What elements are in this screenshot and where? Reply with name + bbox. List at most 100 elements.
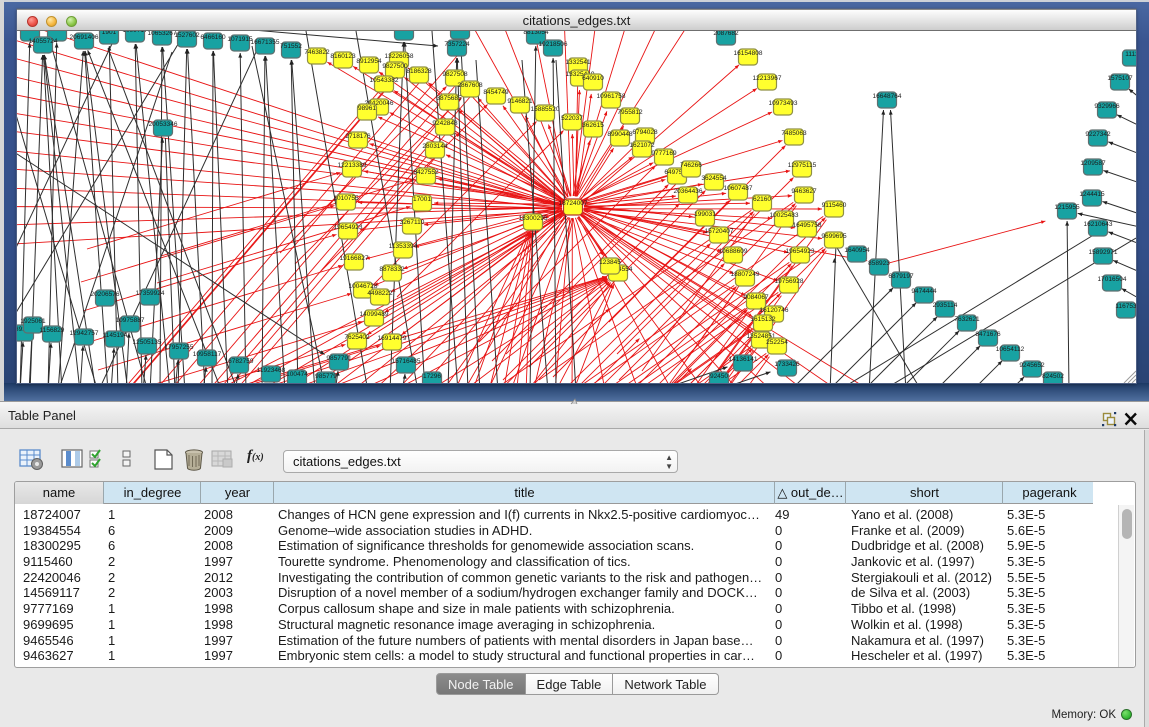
svg-text:199031: 199031 [694,211,716,218]
svg-text:16648764: 16648764 [873,93,902,100]
svg-text:1733426: 1733426 [774,361,800,368]
svg-text:1527602: 1527602 [174,32,200,39]
svg-text:16495758: 16495758 [793,222,822,229]
svg-text:8454749: 8454749 [483,89,509,96]
svg-text:985779: 985779 [315,373,337,380]
svg-text:1621072: 1621072 [629,142,655,149]
svg-text:19654923: 19654923 [786,248,815,255]
svg-text:10607487: 10607487 [724,185,753,192]
svg-text:11923468: 11923468 [257,367,286,374]
svg-text:7955812: 7955812 [617,109,643,116]
svg-text:858923: 858923 [868,260,890,267]
svg-text:9146821: 9146821 [507,98,533,105]
svg-text:1112: 1112 [1125,51,1136,58]
svg-text:4498222: 4498222 [367,290,393,297]
svg-text:9857791: 9857791 [326,355,352,362]
svg-text:9827500: 9827500 [382,63,408,70]
svg-text:13226058: 13226058 [385,53,414,60]
svg-text:15720407: 15720407 [705,228,734,235]
svg-text:2935114: 2935114 [933,302,958,309]
svg-text:15885520: 15885520 [531,106,560,113]
svg-text:751552: 751552 [280,43,302,50]
svg-text:8990448: 8990448 [607,131,633,138]
svg-text:16914479: 16914479 [378,335,407,342]
svg-text:1615132: 1615132 [750,316,776,323]
svg-text:20206576: 20206576 [91,291,120,298]
svg-text:6879197: 6879197 [888,273,914,280]
svg-text:12942757: 12942757 [70,330,99,337]
svg-text:7625402: 7625402 [344,334,370,341]
svg-text:18300295: 18300295 [519,215,548,222]
svg-text:14099489: 14099489 [360,311,389,318]
svg-text:15892971: 15892971 [1089,249,1118,256]
svg-text:1071915: 1071915 [227,36,253,43]
svg-text:9474444: 9474444 [911,288,937,295]
svg-text:100474: 100474 [286,371,308,378]
svg-text:18724007: 18724007 [559,200,588,207]
svg-text:14055724: 14055724 [29,38,58,45]
svg-text:17001: 17001 [413,196,431,203]
svg-text:10543382: 10543382 [370,77,399,84]
svg-text:10958117: 10958117 [193,351,222,358]
svg-text:8160123: 8160123 [330,53,356,60]
svg-text:17296: 17296 [423,373,441,380]
svg-text:62160: 62160 [753,196,771,203]
svg-text:7632621: 7632621 [954,316,980,323]
svg-text:16120746: 16120746 [760,307,789,314]
svg-text:9463627: 9463627 [791,188,817,195]
svg-text:7463822: 7463822 [304,49,330,56]
svg-text:19654923: 19654923 [334,224,363,231]
svg-text:252254: 252254 [766,339,788,346]
svg-text:10973493: 10973493 [769,100,798,107]
svg-text:19218506: 19218506 [539,41,568,48]
svg-text:9115460: 9115460 [822,202,847,209]
svg-text:2718176: 2718176 [345,133,371,140]
svg-text:20691406: 20691406 [70,34,99,41]
svg-text:824502: 824502 [1042,373,1064,380]
svg-text:116753: 116753 [1115,303,1136,310]
svg-text:8427552: 8427552 [413,169,439,176]
svg-text:17957255: 17957255 [165,344,194,351]
svg-text:14136141: 14136141 [729,356,758,363]
svg-text:1640954: 1640954 [844,247,870,254]
svg-text:12213389: 12213389 [338,162,367,169]
svg-text:2803144: 2803144 [422,143,448,150]
svg-text:1145194: 1145194 [103,332,128,339]
svg-text:10961758: 10961758 [597,93,626,100]
svg-text:522037: 522037 [561,115,583,122]
svg-text:123845: 123845 [599,259,621,266]
svg-text:18807249: 18807249 [731,271,760,278]
svg-text:2867608: 2867608 [457,82,483,89]
svg-text:17359924: 17359924 [136,290,165,297]
svg-text:8471676: 8471676 [975,331,1001,338]
svg-text:9777169: 9777169 [651,150,677,157]
svg-text:16671355: 16671355 [251,39,280,46]
svg-text:12213967: 12213967 [753,75,782,82]
svg-text:8912954: 8912954 [356,58,382,65]
svg-text:17016504: 17016504 [1098,276,1127,283]
svg-text:15716485: 15716485 [392,358,421,365]
svg-text:3624554: 3624554 [701,175,727,182]
svg-text:98961: 98961 [358,105,376,112]
svg-text:1209587: 1209587 [1080,160,1106,167]
svg-text:92450: 92450 [710,373,728,380]
svg-text:1215955: 1215955 [1054,204,1080,211]
svg-text:1244415: 1244415 [1079,191,1105,198]
svg-text:20053346: 20053346 [149,121,178,128]
svg-text:10975887: 10975887 [116,317,145,324]
svg-text:16782759: 16782759 [225,358,254,365]
svg-text:9084067: 9084067 [743,294,769,301]
svg-text:9329966: 9329966 [1094,103,1120,110]
svg-text:12505135: 12505135 [133,339,162,346]
svg-text:7485063: 7485063 [781,130,807,137]
svg-text:19756928: 19756928 [775,278,804,285]
svg-text:746266: 746266 [680,162,702,169]
svg-text:11353394: 11353394 [389,243,418,250]
svg-text:6794028: 6794028 [632,129,658,136]
svg-text:10688609: 10688609 [719,248,748,255]
svg-text:7357224: 7357224 [444,41,470,48]
svg-text:6466160: 6466160 [200,34,226,41]
svg-text:8878332: 8878332 [379,266,405,273]
svg-text:20364436: 20364436 [674,188,703,195]
svg-text:9227342: 9227342 [1085,131,1111,138]
